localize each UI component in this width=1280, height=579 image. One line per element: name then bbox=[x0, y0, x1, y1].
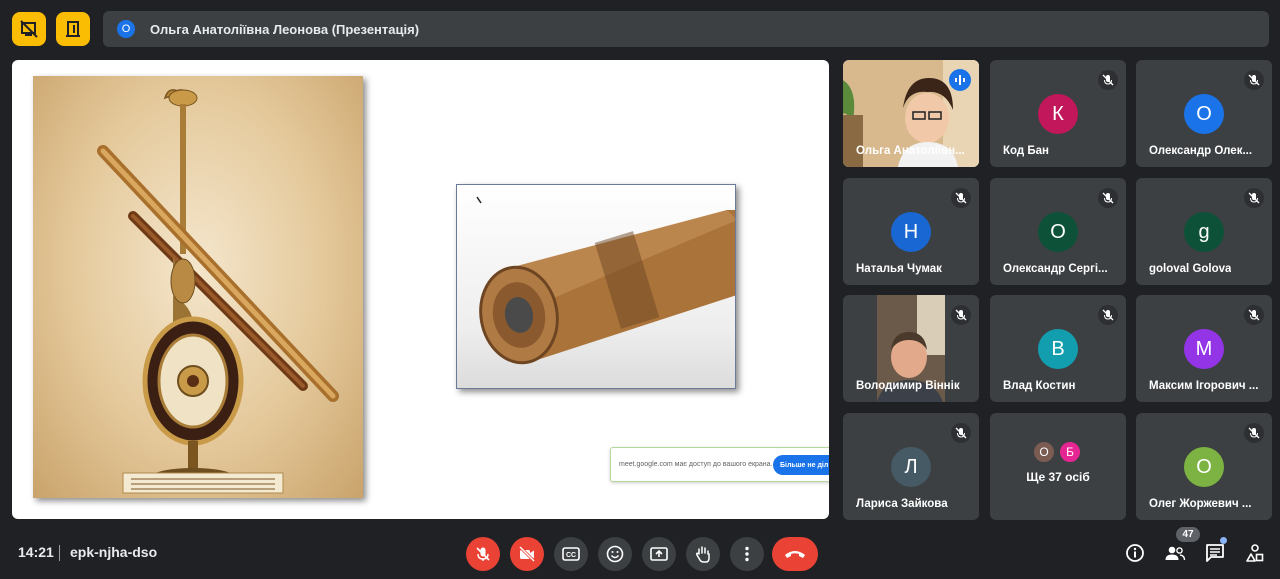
participant-tile[interactable]: О Олександр Олек... bbox=[1136, 60, 1272, 167]
participant-name: Наталья Чумак bbox=[856, 263, 942, 275]
camera-off-icon bbox=[518, 546, 536, 562]
more-participants-tile[interactable]: О Б Ще 37 осіб bbox=[990, 413, 1126, 520]
hide-self-view-icon[interactable] bbox=[12, 12, 46, 46]
participant-tile[interactable]: Ольга Анатоліївн... bbox=[843, 60, 979, 167]
participant-name: Олександр Сергі... bbox=[1003, 263, 1108, 275]
divider bbox=[59, 545, 60, 561]
more-participants-label: Ще 37 осіб bbox=[1026, 470, 1090, 484]
speaking-indicator-icon bbox=[949, 69, 971, 91]
participant-name: Ольга Анатоліївн... bbox=[856, 145, 965, 157]
avatar: М bbox=[1184, 329, 1224, 369]
chat-button[interactable] bbox=[1203, 541, 1227, 565]
share-notice-text: meet.google.com має доступ до вашого екр… bbox=[619, 461, 773, 468]
avatar: О bbox=[1184, 447, 1224, 487]
participant-name: Володимир Віннік bbox=[856, 380, 960, 392]
avatar: О bbox=[1032, 440, 1056, 464]
participant-tile[interactable]: О Олег Жоржевич ... bbox=[1136, 413, 1272, 520]
avatar: В bbox=[1038, 329, 1078, 369]
raise-hand-icon bbox=[696, 546, 710, 563]
participant-name: Максим Ігорович ... bbox=[1149, 380, 1259, 392]
chat-unread-dot bbox=[1220, 537, 1227, 544]
participant-tile[interactable]: О Олександр Сергі... bbox=[990, 178, 1126, 285]
participant-tile[interactable]: Л Лариса Зайкова bbox=[843, 413, 979, 520]
participant-tile[interactable]: В Влад Костин bbox=[990, 295, 1126, 402]
avatar: Б bbox=[1058, 440, 1082, 464]
mic-off-icon bbox=[951, 188, 971, 208]
clock: 14:21 bbox=[18, 544, 54, 560]
mic-off-button[interactable] bbox=[466, 537, 500, 571]
presenter-avatar: О bbox=[117, 20, 135, 38]
present-screen-button[interactable] bbox=[642, 537, 676, 571]
raise-hand-button[interactable] bbox=[686, 537, 720, 571]
people-icon bbox=[1165, 546, 1186, 561]
avatar: О bbox=[1184, 94, 1224, 134]
presenter-name: Ольга Анатоліївна Леонова (Презентація) bbox=[150, 21, 420, 37]
captions-button[interactable]: CC bbox=[554, 537, 588, 571]
mic-off-icon bbox=[1244, 188, 1264, 208]
mic-off-icon bbox=[951, 305, 971, 325]
activities-button[interactable] bbox=[1243, 541, 1267, 565]
bottom-bar: 14:21 epk-njha-dso CC 47 bbox=[0, 527, 1280, 579]
chat-icon bbox=[1206, 544, 1224, 562]
participant-name: Влад Костин bbox=[1003, 380, 1076, 392]
people-button[interactable] bbox=[1163, 541, 1187, 565]
screen-share-notice: meet.google.com має доступ до вашого екр… bbox=[610, 447, 829, 482]
presentation-stage: meet.google.com має доступ до вашого екр… bbox=[12, 60, 829, 519]
mic-off-icon bbox=[1244, 70, 1264, 90]
avatar: Л bbox=[891, 447, 931, 487]
avatar: К bbox=[1038, 94, 1078, 134]
present-icon bbox=[650, 547, 668, 561]
captions-icon: CC bbox=[562, 547, 580, 561]
telescope-stand-image bbox=[33, 76, 363, 498]
mic-off-icon bbox=[1098, 305, 1118, 325]
meeting-code: epk-njha-dso bbox=[70, 544, 158, 560]
participant-name: Олександр Олек... bbox=[1149, 145, 1253, 157]
activities-icon bbox=[1246, 544, 1264, 562]
participant-tile[interactable]: Володимир Віннік bbox=[843, 295, 979, 402]
participant-name: Код Бан bbox=[1003, 145, 1049, 157]
participant-tile[interactable]: М Максим Ігорович ... bbox=[1136, 295, 1272, 402]
hang-up-icon bbox=[785, 551, 805, 558]
mic-off-icon bbox=[1098, 70, 1118, 90]
avatar: g bbox=[1184, 212, 1224, 252]
more-options-button[interactable] bbox=[730, 537, 764, 571]
participant-name: goloval Golova bbox=[1149, 263, 1232, 275]
mic-off-icon bbox=[1098, 188, 1118, 208]
camera-off-button[interactable] bbox=[510, 537, 544, 571]
more-vert-icon bbox=[745, 546, 749, 562]
presenter-banner: О Ольга Анатоліївна Леонова (Презентація… bbox=[103, 11, 1269, 47]
participant-tile[interactable]: К Код Бан bbox=[990, 60, 1126, 167]
door-exit-icon[interactable] bbox=[56, 12, 90, 46]
mic-off-icon bbox=[1244, 423, 1264, 443]
meeting-info-button[interactable] bbox=[1123, 541, 1147, 565]
participant-tile[interactable]: Н Наталья Чумак bbox=[843, 178, 979, 285]
mic-off-icon bbox=[476, 547, 490, 561]
top-bar: О Ольга Анатоліївна Леонова (Презентація… bbox=[0, 0, 1280, 56]
stop-sharing-button[interactable]: Більше не діл bbox=[773, 455, 829, 475]
emoji-button[interactable] bbox=[598, 537, 632, 571]
mic-off-icon bbox=[1244, 305, 1264, 325]
mic-off-icon bbox=[951, 423, 971, 443]
participant-name: Олег Жоржевич ... bbox=[1149, 498, 1252, 510]
people-count-badge: 47 bbox=[1176, 527, 1200, 542]
avatar: О bbox=[1038, 212, 1078, 252]
telescope-tube-image bbox=[456, 184, 736, 389]
emoji-icon bbox=[606, 545, 624, 563]
participant-name: Лариса Зайкова bbox=[856, 498, 948, 510]
info-icon bbox=[1126, 544, 1144, 562]
leave-call-button[interactable] bbox=[772, 537, 818, 571]
svg-text:CC: CC bbox=[566, 552, 576, 559]
participant-tile[interactable]: g goloval Golova bbox=[1136, 178, 1272, 285]
avatar: Н bbox=[891, 212, 931, 252]
